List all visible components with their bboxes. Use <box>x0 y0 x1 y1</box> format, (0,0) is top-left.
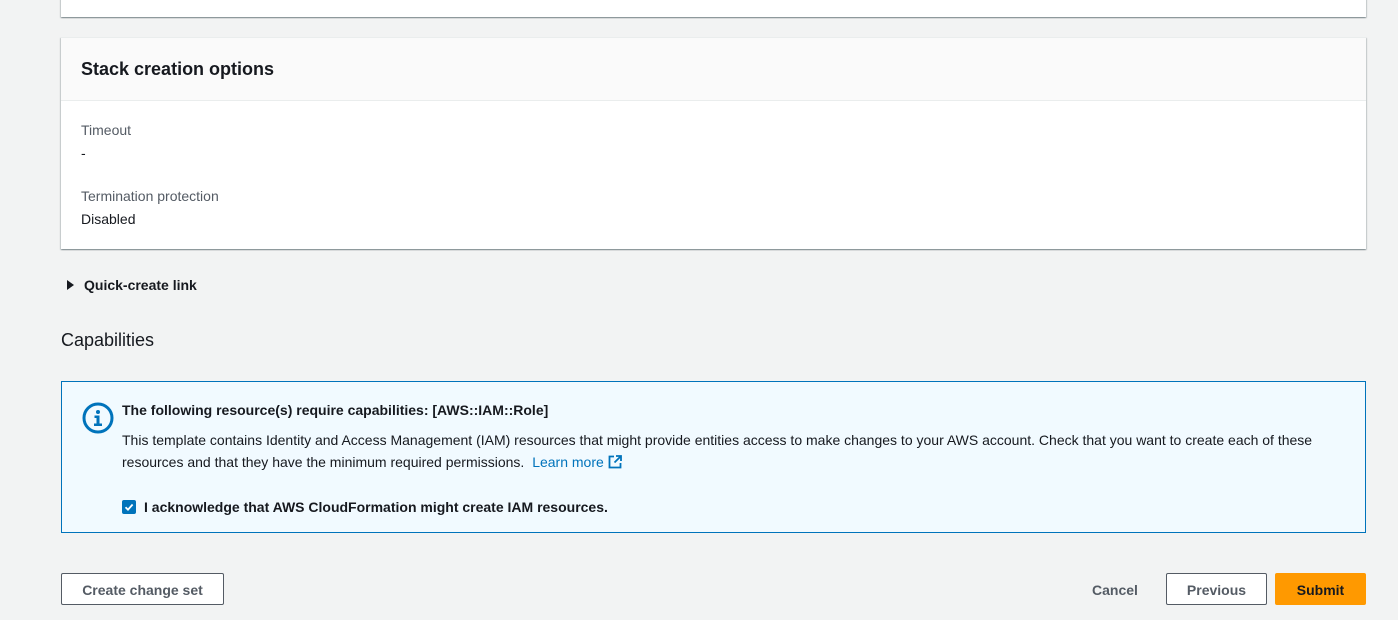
alert-description: This template contains Identity and Acce… <box>122 432 1313 470</box>
learn-more-link[interactable]: Learn more <box>532 454 622 470</box>
card-title: Stack creation options <box>81 59 275 79</box>
submit-button[interactable]: Submit <box>1275 573 1366 605</box>
termination-protection-value: Disabled <box>81 211 136 227</box>
card-body: Timeout - Termination protection Disable… <box>61 101 1366 229</box>
alert-content: The following resource(s) require capabi… <box>122 400 1345 517</box>
checkmark-icon <box>124 503 134 512</box>
timeout-field: Timeout - <box>81 120 1346 163</box>
capabilities-info-alert: The following resource(s) require capabi… <box>61 381 1366 533</box>
termination-protection-label: Termination protection <box>81 188 219 204</box>
card-header: Stack creation options <box>61 38 1366 101</box>
create-change-set-button[interactable]: Create change set <box>61 573 224 605</box>
termination-protection-field: Termination protection Disabled <box>81 186 1346 229</box>
alert-text: This template contains Identity and Acce… <box>122 429 1342 475</box>
timeout-value: - <box>81 145 86 161</box>
cancel-button[interactable]: Cancel <box>1084 573 1146 605</box>
quick-create-link-label: Quick-create link <box>84 277 197 293</box>
review-page: Stack creation options Timeout - Termina… <box>0 0 1398 620</box>
learn-more-label: Learn more <box>532 454 604 470</box>
acknowledge-row: I acknowledge that AWS CloudFormation mi… <box>122 497 1345 517</box>
quick-create-link-expander[interactable]: Quick-create link <box>64 275 197 295</box>
acknowledge-checkbox[interactable] <box>122 500 136 514</box>
acknowledge-label[interactable]: I acknowledge that AWS CloudFormation mi… <box>144 497 608 517</box>
previous-button[interactable]: Previous <box>1166 573 1267 605</box>
caret-right-icon <box>67 280 74 290</box>
previous-section-card <box>61 0 1366 17</box>
info-icon <box>82 402 114 434</box>
alert-title: The following resource(s) require capabi… <box>122 402 549 418</box>
stack-creation-options-card: Stack creation options Timeout - Termina… <box>61 37 1366 249</box>
capabilities-heading: Capabilities <box>61 330 155 350</box>
external-link-icon <box>608 453 622 475</box>
timeout-label: Timeout <box>81 122 132 138</box>
